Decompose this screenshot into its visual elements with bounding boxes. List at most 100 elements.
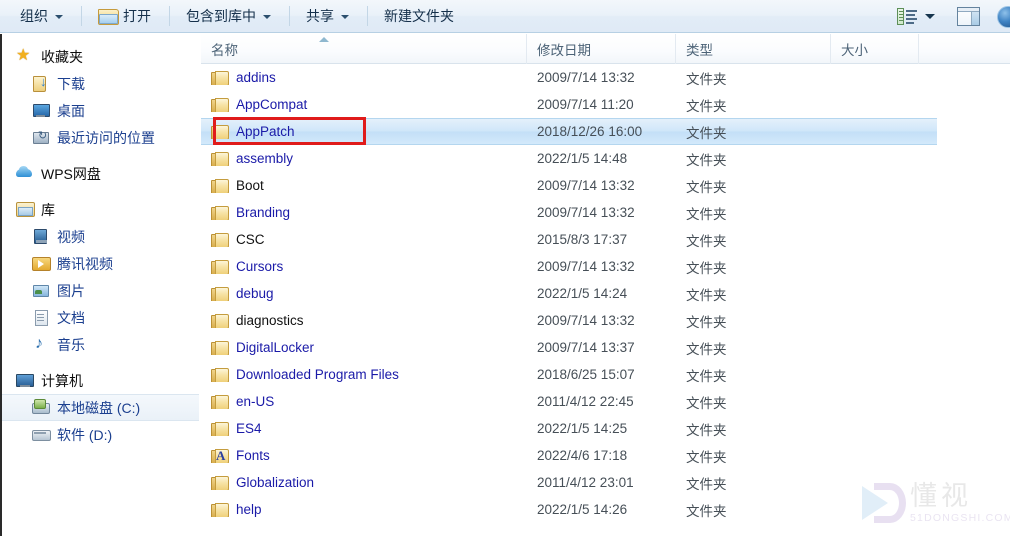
- folder-icon: [211, 475, 229, 490]
- sidebar-root-library[interactable]: 库: [2, 196, 200, 223]
- cell-name: CSC: [201, 232, 527, 247]
- sidebar-item-download-folder[interactable]: 下载: [2, 70, 200, 97]
- column-header-type[interactable]: 类型: [676, 34, 831, 64]
- folder-icon: [211, 313, 229, 328]
- sidebar-root-label: 库: [41, 201, 55, 218]
- include-in-library-label: 包含到库中: [186, 8, 256, 24]
- file-name-label: CSC: [236, 232, 265, 247]
- change-view-button[interactable]: [893, 4, 945, 28]
- file-rows-container: addins 2009/7/14 13:32 文件夹 AppCompat 2009/7/…: [201, 64, 1010, 523]
- table-row[interactable]: Downloaded Program Files 2018/6/25 15:07 文…: [201, 361, 1010, 388]
- cell-date: 2009/7/14 13:37: [537, 340, 635, 355]
- pictures-icon: [32, 282, 50, 299]
- video-icon: [32, 228, 50, 245]
- help-button[interactable]: [994, 0, 1010, 33]
- table-row[interactable]: Branding 2009/7/14 13:32 文件夹: [201, 199, 1010, 226]
- desktop-icon: [32, 102, 50, 119]
- table-row[interactable]: AppPatch 2018/12/26 16:00 文件夹: [201, 118, 937, 145]
- table-row[interactable]: ES4 2022/1/5 14:25 文件夹: [201, 415, 1010, 442]
- sidebar-item-desktop[interactable]: 桌面: [2, 97, 200, 124]
- sidebar-root-cloud[interactable]: WPS网盘: [2, 160, 200, 187]
- table-row[interactable]: debug 2022/1/5 14:24 文件夹: [201, 280, 1010, 307]
- nav-group-3: 计算机本地磁盘 (C:) 软件 (D:): [2, 367, 200, 448]
- cell-type: 文件夹: [686, 476, 727, 492]
- open-button[interactable]: 打开: [88, 4, 161, 28]
- table-row[interactable]: DigitalLocker 2009/7/14 13:37 文件夹: [201, 334, 1010, 361]
- table-row[interactable]: AppCompat 2009/7/14 11:20 文件夹: [201, 91, 1010, 118]
- file-name-label: help: [236, 502, 262, 517]
- table-row[interactable]: CSC 2015/8/3 17:37 文件夹: [201, 226, 1010, 253]
- sidebar-item-music[interactable]: 音乐: [2, 331, 200, 358]
- sidebar-item-tencent-video[interactable]: 腾讯视频: [2, 250, 200, 277]
- computer-icon: [16, 372, 34, 389]
- explorer-window: 组织 打开 包含到库中 共享 新建文件夹 ★ 收藏夹 ↓ 下载 桌面 ↻ 最近访…: [0, 0, 1010, 536]
- sidebar-item-pictures[interactable]: 图片: [2, 277, 200, 304]
- sidebar-item-label: 视频: [57, 228, 85, 245]
- cell-type: 文件夹: [686, 179, 727, 195]
- cell-type: 文件夹: [686, 206, 727, 222]
- sidebar-root-computer[interactable]: 计算机: [2, 367, 200, 394]
- table-row[interactable]: A Fonts 2022/4/6 17:18 文件夹: [201, 442, 1010, 469]
- recent-places-icon: [32, 129, 50, 146]
- column-header-name-label: 名称: [211, 42, 238, 58]
- table-row[interactable]: assembly 2022/1/5 14:48 文件夹: [201, 145, 1010, 172]
- cell-date: 2015/8/3 17:37: [537, 232, 628, 247]
- column-header-size[interactable]: 大小: [831, 34, 919, 64]
- file-list-pane[interactable]: 名称 修改日期 类型 大小 addins 2009/7/14 13:32 文件夹 Ap…: [201, 34, 1010, 536]
- toolbar-divider-3: [289, 6, 290, 26]
- new-folder-button[interactable]: 新建文件夹: [374, 4, 464, 28]
- chevron-down-icon: [925, 13, 935, 19]
- cloud-icon: [16, 165, 34, 182]
- sidebar-item-label: 下载: [57, 75, 85, 92]
- cell-type: 文件夹: [686, 152, 727, 168]
- toolbar-divider: [81, 6, 82, 26]
- folder-icon: [211, 232, 229, 247]
- cell-name: Branding: [201, 205, 527, 220]
- table-row[interactable]: Cursors 2009/7/14 13:32 文件夹: [201, 253, 1010, 280]
- table-row[interactable]: en-US 2011/4/12 22:45 文件夹: [201, 388, 1010, 415]
- cell-type: 文件夹: [686, 503, 727, 519]
- file-name-label: Boot: [236, 178, 264, 193]
- include-in-library-button[interactable]: 包含到库中: [176, 4, 281, 28]
- navigation-pane[interactable]: ★ 收藏夹下载桌面最近访问的位置 WPS网盘库视频腾讯视频图片文档音乐计算机本地磁盘…: [0, 34, 200, 536]
- cell-name: A Fonts: [201, 448, 527, 463]
- column-header-type-label: 类型: [686, 42, 713, 58]
- share-button[interactable]: 共享: [296, 4, 359, 28]
- sidebar-item-label: 腾讯视频: [57, 255, 113, 272]
- folder-icon: [211, 178, 229, 193]
- sidebar-item-hard-disk-c[interactable]: 本地磁盘 (C:): [2, 394, 199, 421]
- cell-date: 2022/1/5 14:26: [537, 502, 628, 517]
- sidebar-root-label: 计算机: [41, 372, 83, 389]
- organize-button[interactable]: 组织: [10, 4, 73, 28]
- file-name-label: Cursors: [236, 259, 284, 274]
- share-label: 共享: [306, 8, 334, 24]
- sidebar-root-star[interactable]: ★ 收藏夹: [2, 43, 200, 70]
- cell-date: 2018/6/25 15:07: [537, 367, 635, 382]
- sidebar-root-label: 收藏夹: [41, 48, 83, 65]
- preview-pane-icon[interactable]: [957, 6, 980, 26]
- folder-icon: [211, 259, 229, 274]
- sidebar-item-documents[interactable]: 文档: [2, 304, 200, 331]
- table-row[interactable]: Globalization 2011/4/12 23:01 文件夹: [201, 469, 1010, 496]
- cell-type: 文件夹: [686, 233, 727, 249]
- table-row[interactable]: addins 2009/7/14 13:32 文件夹: [201, 64, 1010, 91]
- sidebar-item-hard-disk-d[interactable]: 软件 (D:): [2, 421, 200, 448]
- chevron-down-icon: [341, 15, 349, 19]
- nav-group-1: WPS网盘: [2, 160, 200, 187]
- file-name-label: Globalization: [236, 475, 315, 490]
- column-header-date[interactable]: 修改日期: [527, 34, 676, 64]
- table-row[interactable]: Boot 2009/7/14 13:32 文件夹: [201, 172, 1010, 199]
- column-header-name[interactable]: 名称: [201, 34, 527, 64]
- table-row[interactable]: diagnostics 2009/7/14 13:32 文件夹: [201, 307, 1010, 334]
- cell-date: 2009/7/14 13:32: [537, 259, 635, 274]
- folder-icon: [211, 97, 229, 112]
- table-row[interactable]: help 2022/1/5 14:26 文件夹: [201, 496, 1010, 523]
- column-header-row: 名称 修改日期 类型 大小: [201, 34, 1010, 64]
- cell-type: 文件夹: [686, 287, 727, 303]
- file-name-label: addins: [236, 70, 276, 85]
- cell-date: 2022/1/5 14:25: [537, 421, 628, 436]
- file-name-label: assembly: [236, 151, 294, 166]
- sidebar-item-recent-places[interactable]: 最近访问的位置: [2, 124, 200, 151]
- sidebar-item-video[interactable]: 视频: [2, 223, 200, 250]
- cell-type: 文件夹: [686, 368, 727, 384]
